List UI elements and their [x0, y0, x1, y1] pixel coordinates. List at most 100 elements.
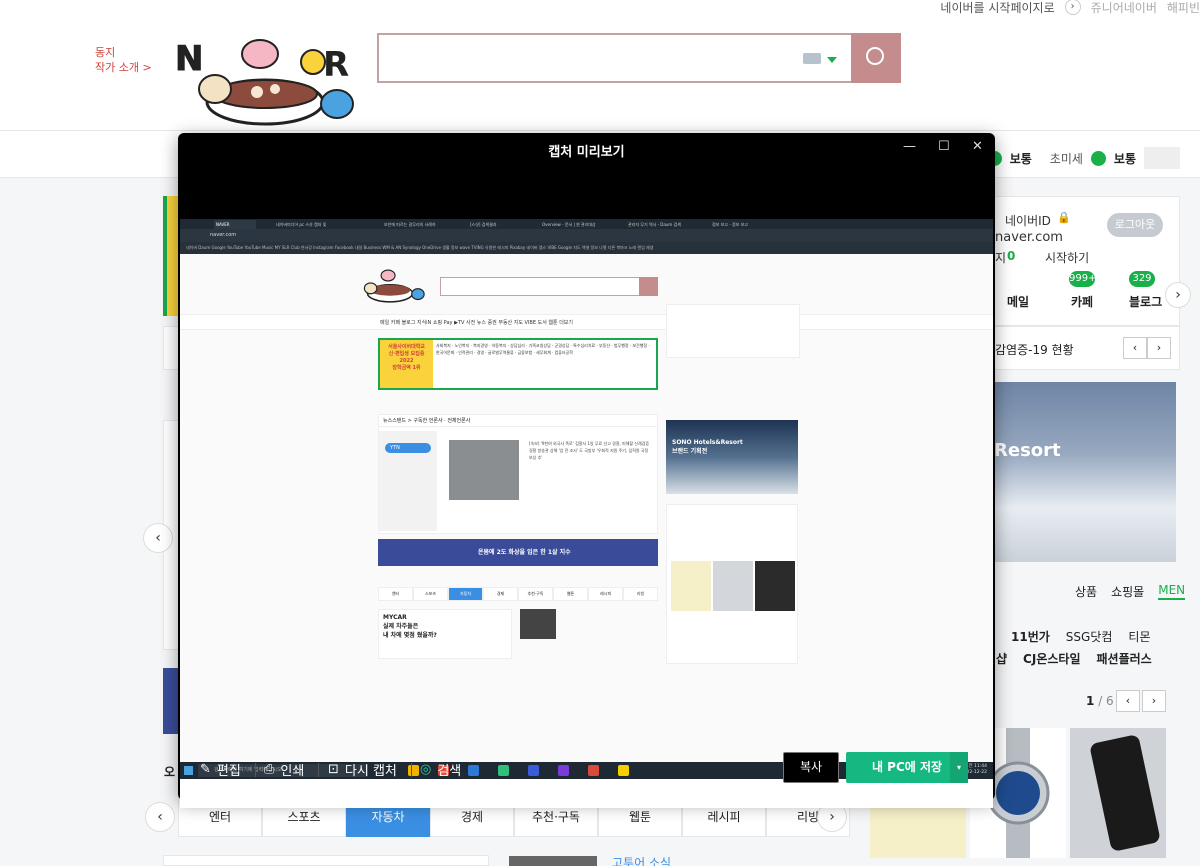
shop-page-total: / 6 [1098, 694, 1114, 708]
blog-tab[interactable]: 블로그 [1129, 293, 1162, 310]
mall-link[interactable]: 샵 [996, 650, 1007, 667]
cafe-tab[interactable]: 카페 [1071, 293, 1093, 310]
author-name: 동지 [95, 46, 116, 59]
resort-ad-image[interactable]: Resort [994, 382, 1176, 562]
search-icon [639, 277, 658, 296]
edit-label: 편집 [216, 764, 241, 779]
blog-badge: 329 [1129, 271, 1155, 287]
mini-car-card: MYCAR 실제 차주들은 내 차에 몇점 줬을까? [378, 609, 512, 659]
browser-tab[interactable]: 네이버미디어 pc 스샷 캡처 및 [276, 220, 364, 229]
junior-naver-link[interactable]: 쥬니어네이버 [1091, 0, 1157, 16]
news-prev-button[interactable]: ‹ [143, 523, 173, 553]
dialog-title: 캡처 미리보기 [548, 145, 625, 160]
minimize-icon[interactable]: — [903, 139, 916, 154]
mini-category-tabs: 엔터 스포츠 자동차 경제 추천·구독 웹툰 레시피 리빙 [378, 587, 658, 601]
search-button[interactable] [851, 33, 901, 83]
mini-service-nav: 메일 카페 블로그 지식iN 쇼핑 Pay ▶TV 사전 뉴스 증권 부동산 지… [180, 314, 993, 330]
chevron-right-icon[interactable]: › [1064, 0, 1081, 15]
device-product-image[interactable] [1070, 728, 1166, 858]
mall-link[interactable]: CJ온스타일 [1023, 650, 1080, 667]
set-homepage-link[interactable]: 네이버를 시작페이지로 [940, 0, 1054, 16]
count-label: 지 [995, 251, 1007, 265]
copy-button[interactable]: 복사 [783, 752, 839, 783]
mini-account-panel [666, 304, 800, 358]
lock-icon: 🔒 [1057, 211, 1071, 224]
browser-address-bar[interactable]: naver.com [180, 229, 993, 242]
keyboard-icon[interactable] [803, 53, 821, 64]
count-value[interactable]: 0 [1007, 249, 1015, 263]
quick-tabs-next-button[interactable]: › [1165, 282, 1191, 308]
search-lens-icon: ◎ [420, 762, 432, 777]
captured-screenshot: NAVER 네이버미디어 pc 스샷 캡처 및 보안에 따르는 갈무리의 사례하… [180, 219, 993, 808]
mini-category-tab: 추천·구독 [518, 587, 553, 601]
ultrafine-dust-status: 보통 [1113, 151, 1136, 166]
mini-category-tab: 스포츠 [413, 587, 448, 601]
shop-tab-malls[interactable]: 쇼핑몰 [1111, 583, 1144, 600]
news-text: [속보] '9천여 외국사 폭로' 검찰서 1일 무료 선고 경찰, 피해할 신… [529, 441, 650, 460]
mail-tab[interactable]: 메일 [1007, 293, 1029, 310]
press-selected: YTN [385, 443, 431, 453]
top-links: 네이버를 시작페이지로 › 쥬니어네이버 해피빈 [940, 0, 1200, 16]
smile-face-icon [1090, 150, 1106, 166]
browser-tab[interactable]: [스샷] 검색결과 [470, 220, 524, 229]
edit-button[interactable]: ✎ 편집 [200, 760, 256, 779]
news-panel-edge [163, 326, 179, 370]
shop-page-current: 1 [1086, 694, 1095, 708]
close-icon[interactable]: ✕ [972, 139, 983, 154]
browser-tab[interactable]: 관리자 무기 역사 - Daum 검색 [628, 220, 714, 229]
resort-ad-text: Resort [994, 440, 1061, 461]
start-link[interactable]: 시작하기 [1045, 249, 1089, 266]
account-domain: naver.com [995, 230, 1063, 245]
browser-tab[interactable]: NAVER [214, 220, 256, 229]
dialog-toolbar: ✎ 편집 ⎙ 인쇄 ⊡ 다시 캡처 ◎ 검색 복사 내 PC에 저장 ▾ [178, 733, 995, 800]
mall-link[interactable]: 패션플러스 [1096, 650, 1151, 667]
covid-widget[interactable]: 감염증-19 현황 ‹ › [994, 326, 1180, 370]
svg-text:R: R [323, 45, 349, 85]
chevron-left-icon[interactable]: ‹ [1123, 337, 1147, 359]
chevron-right-icon[interactable]: › [1147, 337, 1171, 359]
bookmarks-bar[interactable]: 네이버 Daum Google YouTube YouTube Music MY… [180, 242, 993, 254]
mall-link[interactable]: 티몬 [1128, 628, 1150, 645]
print-label: 인쇄 [280, 764, 305, 779]
ad-banner-edge[interactable] [163, 668, 179, 734]
mini-category-tab: 리빙 [623, 587, 658, 601]
fine-dust-status: 보통 [1009, 151, 1032, 166]
print-icon: ⎙ [264, 762, 275, 777]
print-button[interactable]: ⎙ 인쇄 [264, 760, 320, 779]
logout-button[interactable]: 로그아웃 [1107, 213, 1163, 237]
image-search-button[interactable]: ◎ 검색 [420, 760, 461, 779]
author-intro-label: 작가 소개 > [95, 61, 152, 74]
author-intro-link[interactable]: 동지 작가 소개 > [95, 45, 152, 75]
save-options-dropdown[interactable]: ▾ [950, 752, 968, 783]
chevron-left-icon[interactable]: ‹ [1116, 690, 1140, 712]
mall-link[interactable]: 11번가 [1011, 628, 1050, 645]
browser-tab[interactable]: 정보 보고 - 정보 보고 [712, 220, 772, 229]
shop-mall-list: 11번가 SSG닷컴 티몬 [1011, 628, 1151, 645]
browser-tab[interactable]: 보안에 따르는 갈무리의 사례하 [384, 220, 450, 229]
chevron-right-icon[interactable]: › [1142, 690, 1166, 712]
recapture-label: 다시 캡처 [344, 764, 397, 779]
capture-preview-dialog: 캡처 미리보기 — ☐ ✕ NAVER 네이버미디어 pc 스샷 캡처 및 보안… [178, 133, 995, 808]
newsstand-header: 뉴스스탠드 > 구독한 언론사 · 전체언론사 [379, 415, 657, 427]
naver-doodle-logo[interactable]: N R [165, 34, 365, 132]
recapture-button[interactable]: ⊡ 다시 캡처 [328, 760, 412, 779]
news-photo [449, 440, 519, 500]
air-quality-widget[interactable]: 보통 초미세 보통 [986, 147, 1180, 169]
mall-link[interactable]: SSG닷컴 [1066, 628, 1113, 645]
ad-banner-edge[interactable] [163, 196, 179, 316]
naver-search-box[interactable] [377, 33, 901, 83]
mini-category-tab: 자동차 [448, 587, 483, 601]
browser-tab[interactable]: Overview - 문서 | 윈 관리대상 [542, 220, 630, 229]
news-headline-fragment[interactable]: 고투어 소식 [612, 854, 671, 866]
happybean-link[interactable]: 해피빈 [1167, 0, 1200, 16]
autocomplete-toggle-icon[interactable] [827, 57, 837, 63]
image-search-label: 검색 [437, 764, 462, 779]
mini-shopping-panel [666, 504, 798, 664]
naver-header: 네이버를 시작페이지로 › 쥬니어네이버 해피빈 동지 작가 소개 > N R [0, 0, 1200, 130]
thumbnail-image[interactable] [509, 856, 597, 866]
shop-tab-men[interactable]: MEN [1158, 583, 1186, 600]
maximize-icon[interactable]: ☐ [938, 139, 950, 154]
category-prev-button[interactable]: ‹ [145, 802, 175, 832]
content-card [163, 855, 489, 866]
shop-tab-products[interactable]: 상품 [1075, 583, 1097, 600]
